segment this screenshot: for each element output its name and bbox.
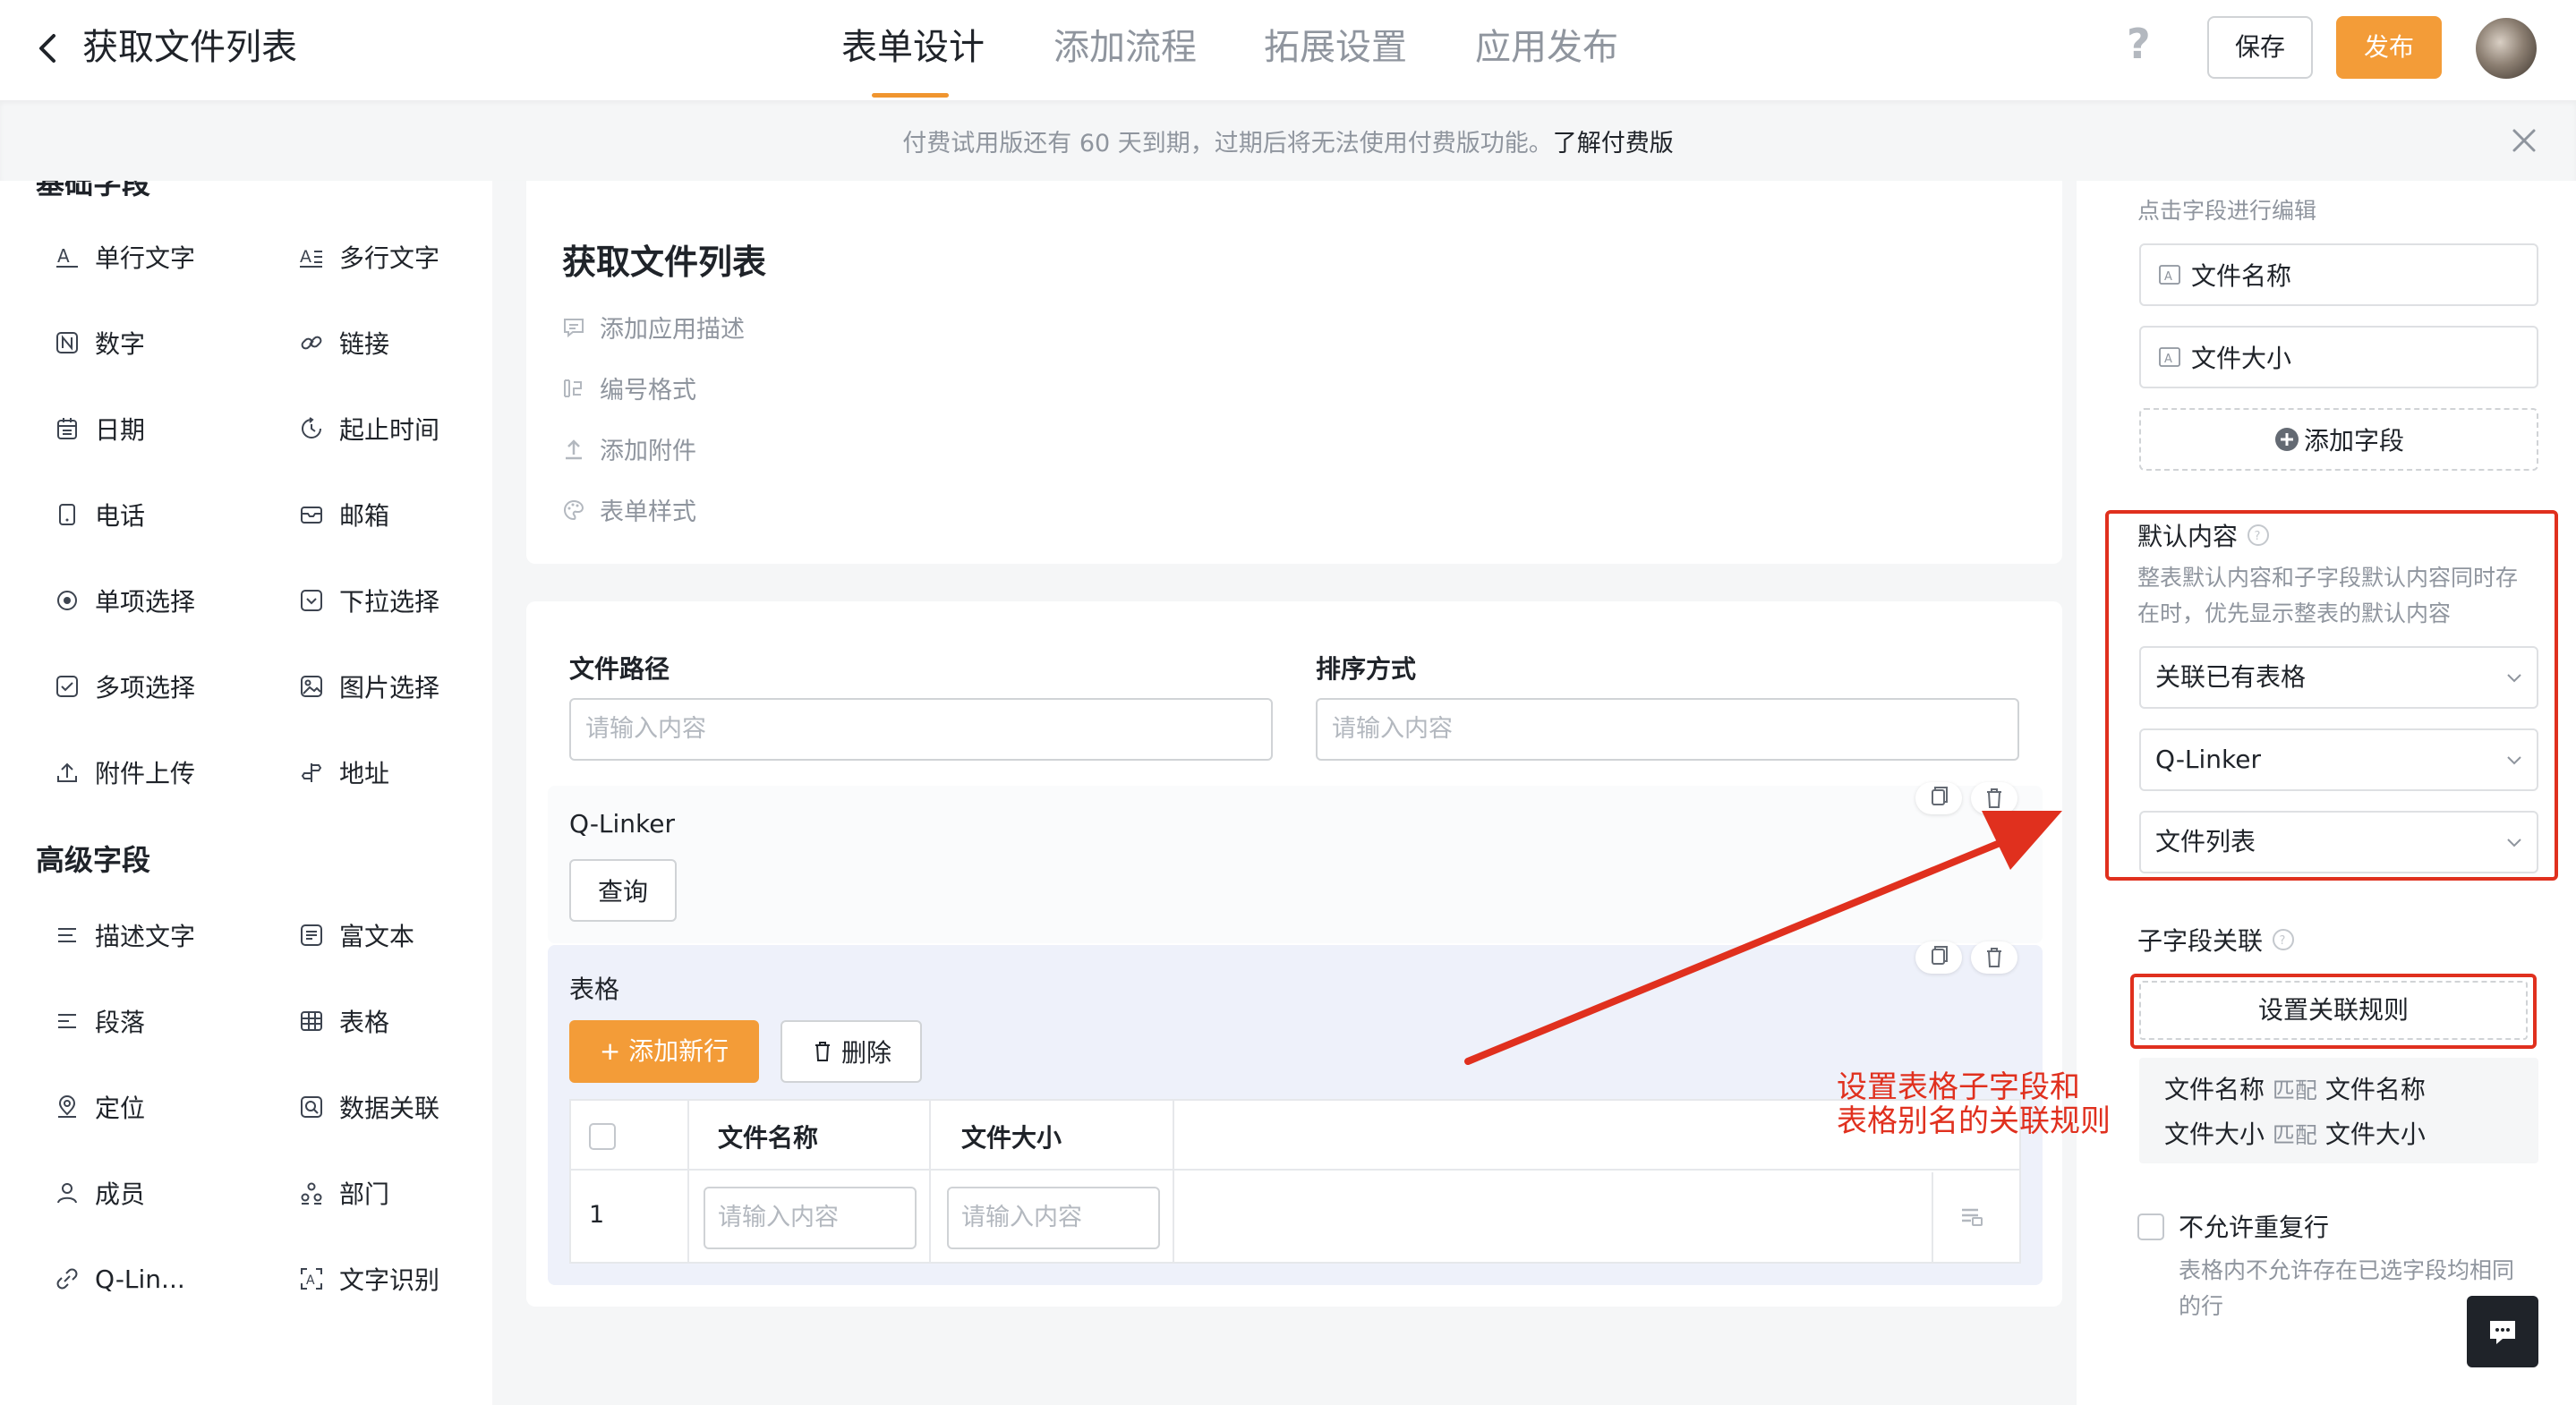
annotation-text: 设置表格子字段和 表格别名的关联规则 <box>1837 1069 2111 1139</box>
annotation-arrow <box>1464 811 2062 1065</box>
